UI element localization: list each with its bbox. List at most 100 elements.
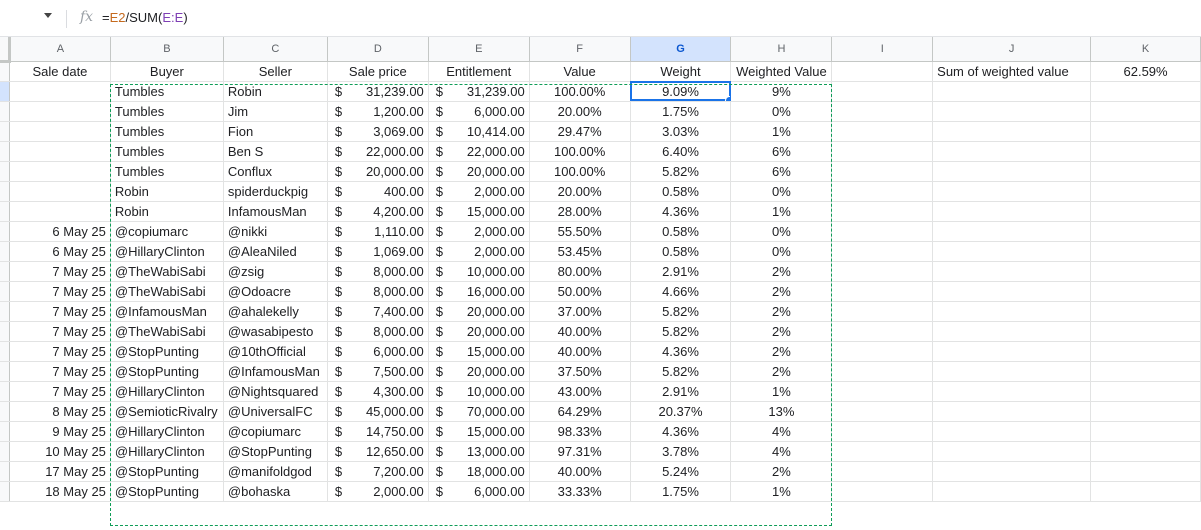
- cell-seller[interactable]: @UniversalFC: [223, 401, 328, 422]
- cell-sale-date[interactable]: 7 May 25: [9, 321, 111, 342]
- cell-empty-k[interactable]: [1090, 101, 1201, 122]
- cell-sale-price[interactable]: $7,500.00: [327, 361, 429, 382]
- cell-value[interactable]: 29.47%: [529, 121, 631, 142]
- row-header[interactable]: [0, 121, 10, 142]
- row-header[interactable]: [0, 241, 10, 262]
- cell-empty-k[interactable]: [1090, 201, 1201, 222]
- cell-empty-k[interactable]: [1090, 181, 1201, 202]
- cell-seller[interactable]: spiderduckpig: [223, 181, 328, 202]
- cell-entitlement[interactable]: $10,000.00: [428, 261, 530, 282]
- cell-seller[interactable]: @ahalekelly: [223, 301, 328, 322]
- cell-weight[interactable]: 20.37%: [630, 401, 732, 422]
- cell-empty-i[interactable]: [831, 261, 934, 282]
- cell-buyer[interactable]: Tumbles: [110, 161, 224, 182]
- cell-empty-j[interactable]: [932, 181, 1092, 202]
- cell-value[interactable]: 98.33%: [529, 421, 631, 442]
- cell-sale-date[interactable]: [9, 161, 111, 182]
- cell-weight[interactable]: 5.82%: [630, 321, 732, 342]
- row-header[interactable]: [0, 81, 10, 102]
- cell-empty-j[interactable]: [932, 141, 1092, 162]
- cell-empty-j[interactable]: [932, 321, 1092, 342]
- cell-weight[interactable]: 3.03%: [630, 121, 732, 142]
- cell-weighted-value[interactable]: 2%: [730, 361, 833, 382]
- cell-empty-k[interactable]: [1090, 241, 1201, 262]
- sum-label[interactable]: Sum of weighted value: [932, 61, 1092, 82]
- cell-sale-date[interactable]: 7 May 25: [9, 381, 111, 402]
- cell-sale-date[interactable]: 7 May 25: [9, 361, 111, 382]
- cell-weighted-value[interactable]: 2%: [730, 321, 833, 342]
- row-header[interactable]: [0, 321, 10, 342]
- column-header-d[interactable]: D: [327, 37, 429, 62]
- cell-empty-j[interactable]: [932, 301, 1092, 322]
- cell-entitlement[interactable]: $22,000.00: [428, 141, 530, 162]
- cell-buyer[interactable]: @copiumarc: [110, 221, 224, 242]
- cell-weighted-value[interactable]: 2%: [730, 461, 833, 482]
- header-sale-price[interactable]: Sale price: [327, 61, 429, 82]
- cell-empty-i[interactable]: [831, 481, 934, 502]
- cell-entitlement[interactable]: $15,000.00: [428, 201, 530, 222]
- header-sale-date[interactable]: Sale date: [9, 61, 111, 82]
- cell-entitlement[interactable]: $20,000.00: [428, 161, 530, 182]
- column-header-i[interactable]: I: [831, 37, 934, 62]
- cell-sale-price[interactable]: $8,000.00: [327, 321, 429, 342]
- cell-buyer[interactable]: @StopPunting: [110, 481, 224, 502]
- cell-weighted-value[interactable]: 0%: [730, 101, 833, 122]
- name-box-dropdown-icon[interactable]: [44, 13, 52, 18]
- row-header[interactable]: [0, 441, 10, 462]
- cell-empty-i[interactable]: [831, 361, 934, 382]
- cell-buyer[interactable]: @StopPunting: [110, 461, 224, 482]
- header-weight[interactable]: Weight: [630, 61, 732, 82]
- cell-sale-price[interactable]: $3,069.00: [327, 121, 429, 142]
- cell-value[interactable]: 64.29%: [529, 401, 631, 422]
- cell-sale-date[interactable]: 9 May 25: [9, 421, 111, 442]
- row-header[interactable]: [0, 141, 10, 162]
- cell-buyer[interactable]: @StopPunting: [110, 341, 224, 362]
- cell-entitlement[interactable]: $20,000.00: [428, 361, 530, 382]
- cell-weight[interactable]: 2.91%: [630, 261, 732, 282]
- cell-sale-price[interactable]: $1,200.00: [327, 101, 429, 122]
- cell-seller[interactable]: @AleaNiled: [223, 241, 328, 262]
- cell-sale-price[interactable]: $1,110.00: [327, 221, 429, 242]
- cell-weighted-value[interactable]: 13%: [730, 401, 833, 422]
- cell-empty-k[interactable]: [1090, 281, 1201, 302]
- cell-weight[interactable]: 1.75%: [630, 481, 732, 502]
- cell-value[interactable]: 100.00%: [529, 141, 631, 162]
- cell-sale-price[interactable]: $4,300.00: [327, 381, 429, 402]
- cell-weighted-value[interactable]: 1%: [730, 381, 833, 402]
- cell-entitlement[interactable]: $2,000.00: [428, 221, 530, 242]
- cell-weight[interactable]: 4.36%: [630, 341, 732, 362]
- cell-value[interactable]: 50.00%: [529, 281, 631, 302]
- row-header[interactable]: [0, 201, 10, 222]
- cell-seller[interactable]: InfamousMan: [223, 201, 328, 222]
- cell-weighted-value[interactable]: 2%: [730, 281, 833, 302]
- cell-buyer[interactable]: @HillaryClinton: [110, 381, 224, 402]
- cell-seller[interactable]: Robin: [223, 81, 328, 102]
- row-header[interactable]: [0, 481, 10, 502]
- cell-weight[interactable]: 6.40%: [630, 141, 732, 162]
- cell-sale-price[interactable]: $31,239.00: [327, 81, 429, 102]
- cell-value[interactable]: 55.50%: [529, 221, 631, 242]
- cell-empty-k[interactable]: [1090, 381, 1201, 402]
- cell-empty-k[interactable]: [1090, 441, 1201, 462]
- row-header[interactable]: [0, 381, 10, 402]
- select-all-corner[interactable]: [0, 37, 11, 63]
- cell-sale-date[interactable]: [9, 141, 111, 162]
- column-header-h[interactable]: H: [730, 37, 833, 62]
- cell-entitlement[interactable]: $15,000.00: [428, 341, 530, 362]
- cell-value[interactable]: 40.00%: [529, 321, 631, 342]
- column-header-g[interactable]: G: [630, 37, 732, 62]
- cell-weighted-value[interactable]: 6%: [730, 161, 833, 182]
- sum-value[interactable]: 62.59%: [1090, 61, 1201, 82]
- cell-sale-date[interactable]: 7 May 25: [9, 301, 111, 322]
- cell-empty-i[interactable]: [831, 381, 934, 402]
- cell-empty-k[interactable]: [1090, 81, 1201, 102]
- cell-empty-i[interactable]: [831, 401, 934, 422]
- cell-seller[interactable]: @Odoacre: [223, 281, 328, 302]
- cell-empty-j[interactable]: [932, 401, 1092, 422]
- cell-weighted-value[interactable]: 4%: [730, 441, 833, 462]
- header-entitlement[interactable]: Entitlement: [428, 61, 530, 82]
- cell-entitlement[interactable]: $18,000.00: [428, 461, 530, 482]
- cell-seller[interactable]: Jim: [223, 101, 328, 122]
- cell-weight[interactable]: 0.58%: [630, 241, 732, 262]
- cell-sale-price[interactable]: $8,000.00: [327, 261, 429, 282]
